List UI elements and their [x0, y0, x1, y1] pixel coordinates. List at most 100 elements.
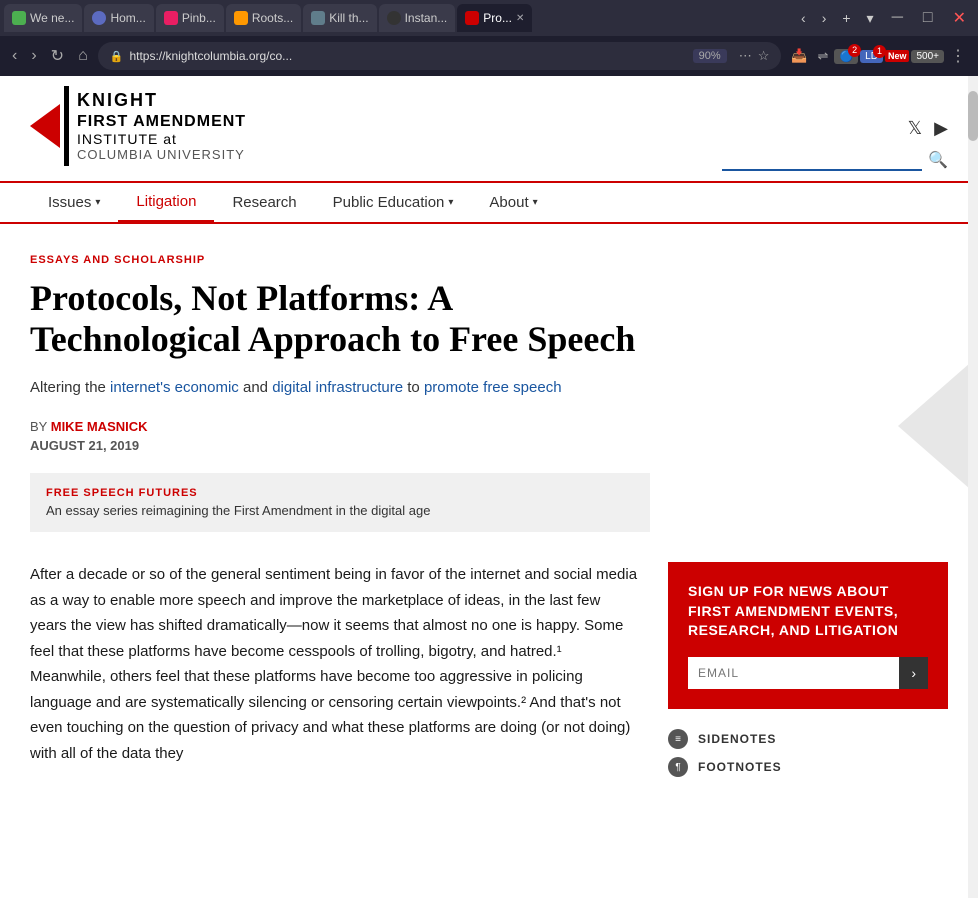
tab-5[interactable]: Kill th...: [303, 4, 376, 32]
email-submit-btn[interactable]: ›: [899, 657, 928, 689]
nav-issues[interactable]: Issues ▾: [30, 183, 118, 222]
tab-2[interactable]: Hom...: [84, 4, 153, 32]
dateline: AUGUST 21, 2019: [30, 438, 670, 453]
footnotes-icon: ¶: [668, 757, 688, 777]
extension-badge-3[interactable]: 500+: [911, 50, 944, 63]
scrollbar-track[interactable]: [968, 76, 978, 898]
logo-line3: INSTITUTE at: [77, 131, 246, 147]
article-header: ESSAYS AND SCHOLARSHIP Protocols, Not Pl…: [0, 224, 700, 532]
tab-5-label: Kill th...: [329, 11, 368, 25]
twitter-icon[interactable]: 𝕏: [908, 118, 923, 139]
tab-1-label: We ne...: [30, 11, 74, 25]
nav-about[interactable]: About ▾: [471, 183, 555, 222]
minimize-btn[interactable]: ─: [884, 7, 911, 29]
browser-chrome: We ne... Hom... Pinb... Roots... Kill th…: [0, 0, 978, 76]
tab-6-icon: [387, 11, 401, 25]
maximize-btn[interactable]: □: [915, 7, 941, 29]
sidebar-col: SIGN UP FOR NEWS ABOUT FIRST AMENDMENT E…: [668, 562, 948, 777]
tab-7-icon: [465, 11, 479, 25]
tab-2-label: Hom...: [110, 11, 145, 25]
logo-bar: [64, 86, 69, 166]
logo-area[interactable]: KNIGHT FIRST AMENDMENT INSTITUTE at COLU…: [30, 86, 246, 181]
header-right: 𝕏 ▶ 🔍: [722, 118, 948, 181]
site-header: KNIGHT FIRST AMENDMENT INSTITUTE at COLU…: [0, 76, 978, 183]
search-icon[interactable]: 🔍: [928, 150, 948, 170]
tab-next-btn[interactable]: ›: [816, 8, 833, 28]
footnotes-label[interactable]: FOOTNOTES: [698, 760, 782, 774]
tab-6-label: Instan...: [405, 11, 448, 25]
tab-6[interactable]: Instan...: [379, 4, 456, 32]
tab-4-label: Roots...: [252, 11, 293, 25]
email-input[interactable]: [688, 657, 899, 689]
signup-title: SIGN UP FOR NEWS ABOUT FIRST AMENDMENT E…: [688, 582, 928, 641]
nav-public-education[interactable]: Public Education ▾: [315, 183, 472, 222]
home-btn[interactable]: ⌂: [74, 45, 92, 67]
sidenotes-label[interactable]: SIDENOTES: [698, 732, 776, 746]
email-row: ›: [688, 657, 928, 689]
new-tab-btn[interactable]: +: [836, 8, 856, 28]
tab-3-label: Pinb...: [182, 11, 216, 25]
url-bar[interactable]: 🔒 https://knightcolumbia.org/co... 90% ⋯…: [98, 42, 782, 70]
youtube-icon[interactable]: ▶: [934, 118, 948, 139]
issues-dropdown-arrow: ▾: [95, 197, 100, 208]
sync-icon[interactable]: ⇌: [814, 46, 833, 66]
new-label: New: [885, 50, 910, 62]
extension-badges: 📥 ⇌ 2 🔵 1 LD New 500+ ⋮: [787, 44, 970, 68]
logo-graphic: [30, 86, 69, 166]
extension-badge-2[interactable]: 1 LD: [860, 50, 883, 63]
tab-4-icon: [234, 11, 248, 25]
logo-mark: [30, 86, 69, 166]
url-text: https://knightcolumbia.org/co...: [129, 49, 678, 63]
zoom-indicator: 90%: [693, 49, 727, 63]
article-body: After a decade or so of the general sent…: [30, 562, 638, 766]
essay-series-box: FREE SPEECH FUTURES An essay series reim…: [30, 473, 650, 532]
social-icons: 𝕏 ▶: [908, 118, 948, 139]
logo-line4: COLUMBIA UNIVERSITY: [77, 147, 246, 162]
tab-2-icon: [92, 11, 106, 25]
nav-research[interactable]: Research: [214, 183, 314, 222]
essay-series-label: FREE SPEECH FUTURES: [46, 487, 634, 499]
subtitle-link-3[interactable]: promote free speech: [424, 379, 562, 396]
extension-badge-1[interactable]: 2 🔵: [834, 49, 858, 64]
author-link[interactable]: MIKE MASNICK: [51, 419, 148, 434]
logo-triangle: [30, 104, 60, 148]
reload-btn[interactable]: ↻: [47, 44, 68, 68]
tab-5-icon: [311, 11, 325, 25]
forward-btn[interactable]: ›: [27, 45, 40, 67]
badge-counter-2: 1: [873, 45, 886, 58]
tab-7-close[interactable]: ✕: [516, 13, 524, 24]
category-label: ESSAYS AND SCHOLARSHIP: [30, 254, 670, 266]
website: KNIGHT FIRST AMENDMENT INSTITUTE at COLU…: [0, 76, 978, 807]
byline: BY MIKE MASNICK: [30, 419, 670, 434]
lock-icon: 🔒: [110, 50, 124, 63]
search-input[interactable]: [722, 149, 922, 171]
tab-bar: We ne... Hom... Pinb... Roots... Kill th…: [0, 0, 978, 36]
bookmark-icon[interactable]: ☆: [758, 48, 770, 64]
essay-series-desc: An essay series reimagining the First Am…: [46, 503, 634, 518]
tab-bar-controls: ‹ › + ▾ ─ □ ✕: [795, 6, 974, 30]
tab-1[interactable]: We ne...: [4, 4, 82, 32]
scrollbar-thumb[interactable]: [968, 91, 978, 141]
tab-7-active[interactable]: Pro... ✕: [457, 4, 532, 32]
browser-toolbar: ‹ › ↻ ⌂ 🔒 https://knightcolumbia.org/co.…: [0, 36, 978, 76]
subtitle-link-1[interactable]: internet's economic: [110, 379, 239, 396]
main-text: After a decade or so of the general sent…: [30, 562, 638, 777]
nav-bar: Issues ▾ Litigation Research Public Educ…: [0, 183, 978, 224]
tab-prev-btn[interactable]: ‹: [795, 8, 812, 28]
close-btn[interactable]: ✕: [945, 6, 974, 30]
sidenotes-area: ≡ SIDENOTES: [668, 729, 948, 749]
sidenotes-icon: ≡: [668, 729, 688, 749]
back-btn[interactable]: ‹: [8, 45, 21, 67]
search-bar: 🔍: [722, 149, 948, 171]
tab-1-icon: [12, 11, 26, 25]
subtitle-link-2[interactable]: digital infrastructure: [272, 379, 403, 396]
pocket-icon[interactable]: 📥: [787, 46, 811, 66]
footnotes-area: ¶ FOOTNOTES: [668, 757, 948, 777]
reader-mode-icon[interactable]: ⋯: [739, 48, 752, 64]
tab-list-btn[interactable]: ▾: [861, 8, 880, 29]
nav-litigation[interactable]: Litigation: [118, 183, 214, 222]
signup-box: SIGN UP FOR NEWS ABOUT FIRST AMENDMENT E…: [668, 562, 948, 709]
extensions-menu-btn[interactable]: ⋮: [946, 44, 970, 68]
tab-3[interactable]: Pinb...: [156, 4, 224, 32]
tab-4[interactable]: Roots...: [226, 4, 301, 32]
